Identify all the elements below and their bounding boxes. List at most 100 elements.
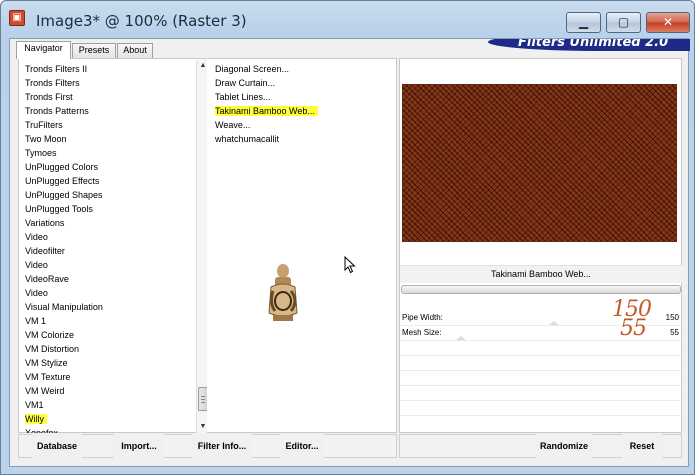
category-item[interactable]: Videofilter (25, 244, 65, 258)
filter-label: whatchumacallit (215, 134, 280, 144)
category-label: VM Distortion (25, 344, 80, 354)
category-label: Willy (25, 414, 47, 424)
title-bar[interactable]: ▣ Image3* @ 100% (Raster 3) ▁ ▢ ✕ (1, 1, 694, 37)
mouse-cursor-icon (344, 256, 356, 274)
reset-button[interactable]: Reset (622, 434, 662, 458)
category-item[interactable]: Video (25, 258, 48, 272)
app-icon: ▣ (9, 10, 25, 26)
category-item[interactable]: Two Moon (25, 132, 67, 146)
preview-image (402, 84, 677, 242)
category-label: UnPlugged Shapes (25, 190, 103, 200)
category-item[interactable]: Tronds First (25, 90, 73, 104)
category-label: VM Texture (25, 372, 71, 382)
category-label: Two Moon (25, 134, 67, 144)
tab-about[interactable]: About (117, 43, 153, 58)
category-label: VM Colorize (25, 330, 75, 340)
plugin-logo-image (268, 264, 298, 321)
category-label: TruFilters (25, 120, 63, 130)
category-label: Tronds First (25, 92, 73, 102)
brand-banner: Filters Unlimited 2.0 (478, 39, 690, 57)
category-item[interactable]: VM Stylize (25, 356, 68, 370)
category-label: UnPlugged Tools (25, 204, 93, 214)
category-item[interactable]: UnPlugged Effects (25, 174, 99, 188)
filter-item[interactable]: Takinami Bamboo Web... (215, 104, 318, 118)
category-item[interactable]: Xenofex (25, 426, 58, 433)
category-label: VM 1 (25, 316, 47, 326)
maximize-button[interactable]: ▢ (606, 12, 641, 33)
filter-list-panel: Diagonal Screen... Draw Curtain... Tablet … (207, 58, 397, 433)
brand-text: Filters Unlimited 2.0 (518, 39, 669, 50)
filter-label: Diagonal Screen... (215, 64, 290, 74)
category-label: Tymoes (25, 148, 57, 158)
category-item[interactable]: Variations (25, 216, 64, 230)
editor-button[interactable]: Editor... (280, 434, 324, 458)
filter-info-button[interactable]: Filter Info... (192, 434, 252, 458)
mesh-size-annotation: 55 (620, 316, 647, 341)
category-label: Videofilter (25, 246, 65, 256)
category-item[interactable]: VM 1 (25, 314, 46, 328)
import-button[interactable]: Import... (114, 434, 164, 458)
tab-navigator[interactable]: Navigator (16, 41, 71, 59)
category-label: Xenofex (25, 428, 59, 433)
category-item[interactable]: Tronds Filters II (25, 62, 87, 76)
category-list-panel: Tronds Filters II Tronds Filters Tronds Fi… (18, 58, 208, 433)
filter-label: Tablet Lines... (215, 92, 271, 102)
selected-filter-name: Takinami Bamboo Web... (400, 265, 682, 283)
param-row-empty (400, 356, 682, 371)
category-item[interactable]: UnPlugged Shapes (25, 188, 103, 202)
category-item[interactable]: VM Texture (25, 370, 70, 384)
category-item[interactable]: Video (25, 230, 48, 244)
param-row-empty (400, 371, 682, 386)
grip-line (201, 402, 205, 403)
category-item[interactable]: VideoRave (25, 272, 69, 286)
category-label: Variations (25, 218, 65, 228)
param-value: 150 (665, 313, 679, 322)
filter-item[interactable]: Diagonal Screen... (215, 62, 289, 76)
tab-presets[interactable]: Presets (72, 43, 116, 58)
category-label: Video (25, 288, 48, 298)
filter-item[interactable]: Tablet Lines... (215, 90, 271, 104)
window-title: Image3* @ 100% (Raster 3) (36, 12, 247, 30)
param-slider-marker[interactable] (549, 321, 560, 325)
category-item[interactable]: Willy (25, 412, 47, 426)
category-item[interactable]: Tronds Patterns (25, 104, 89, 118)
filter-label: Takinami Bamboo Web... (215, 106, 318, 116)
category-label: VM Weird (25, 386, 65, 396)
minimize-button[interactable]: ▁ (566, 12, 601, 33)
param-label: Pipe Width: (402, 313, 443, 322)
category-item[interactable]: UnPlugged Colors (25, 160, 98, 174)
param-slider-marker[interactable] (455, 336, 466, 340)
grip-line (201, 396, 205, 397)
dialog-client: Navigator Presets About Filters Unlimite… (9, 38, 690, 467)
preview-zoom-slider[interactable] (401, 285, 681, 294)
filter-item[interactable]: whatchumacallit (215, 132, 279, 146)
category-label: Video (25, 232, 48, 242)
filter-label: Draw Curtain... (215, 78, 276, 88)
param-row-empty (400, 341, 682, 356)
category-item[interactable]: Visual Manipulation (25, 300, 103, 314)
category-label: VideoRave (25, 274, 69, 284)
category-label: Visual Manipulation (25, 302, 103, 312)
category-item[interactable]: Tronds Filters (25, 76, 80, 90)
category-item[interactable]: Video (25, 286, 48, 300)
randomize-button[interactable]: Randomize (536, 434, 592, 458)
category-item[interactable]: VM Colorize (25, 328, 74, 342)
filter-item[interactable]: Weave... (215, 118, 250, 132)
category-label: VM1 (25, 400, 44, 410)
close-button[interactable]: ✕ (646, 12, 690, 33)
category-item[interactable]: TruFilters (25, 118, 63, 132)
category-item[interactable]: VM Weird (25, 384, 64, 398)
category-label: Video (25, 260, 48, 270)
category-list: Tronds Filters II Tronds Filters Tronds Fi… (25, 62, 193, 433)
category-label: UnPlugged Colors (25, 162, 99, 172)
category-item[interactable]: UnPlugged Tools (25, 202, 93, 216)
category-item[interactable]: VM Distortion (25, 342, 79, 356)
filter-item[interactable]: Draw Curtain... (215, 76, 275, 90)
plugin-window: ▣ Image3* @ 100% (Raster 3) ▁ ▢ ✕ Naviga… (0, 0, 695, 475)
param-value: 55 (670, 328, 679, 337)
database-button[interactable]: Database (32, 434, 82, 458)
param-row-empty (400, 401, 682, 416)
category-label: VM Stylize (25, 358, 68, 368)
category-item[interactable]: VM1 (25, 398, 44, 412)
category-item[interactable]: Tymoes (25, 146, 57, 160)
